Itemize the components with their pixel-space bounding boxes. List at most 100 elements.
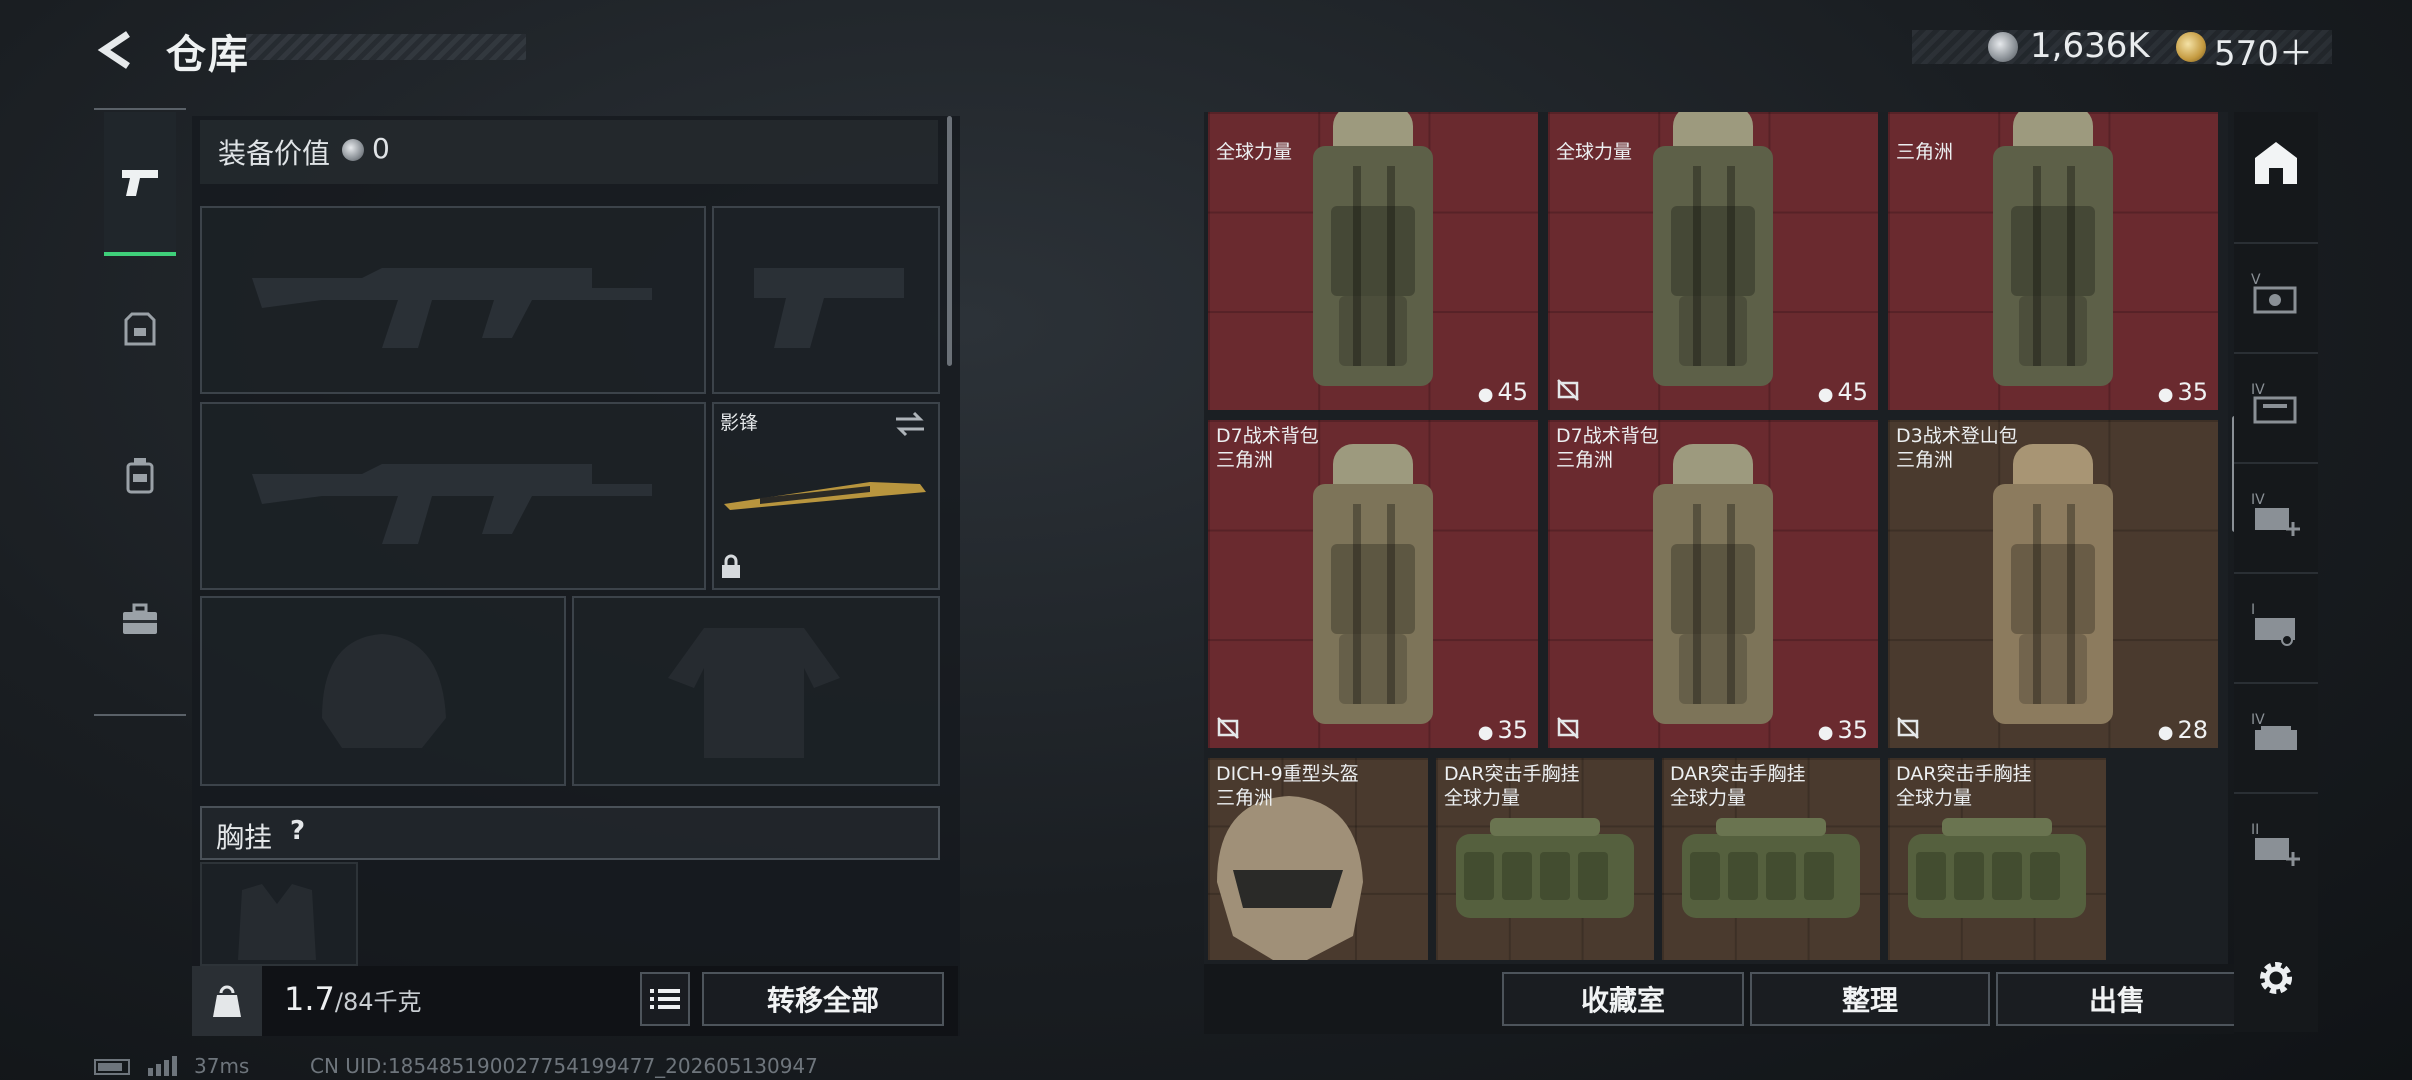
inventory-item[interactable]: D7战术背包 三角洲 ● 35 xyxy=(1548,420,1878,748)
svg-text:IV: IV xyxy=(2251,712,2265,728)
primary-weapon-slot[interactable] xyxy=(200,206,706,394)
inventory-item[interactable]: DAR突击手胸挂 全球力量 xyxy=(1662,758,1880,960)
body-armor-slot[interactable] xyxy=(572,596,940,786)
inventory-item[interactable]: 全球力量 ● 45 xyxy=(1208,112,1538,410)
list-icon xyxy=(650,989,680,1009)
chest-rig-item-icon xyxy=(1908,818,2086,918)
inventory-item[interactable]: D3战术登山包 三角洲 ● 28 xyxy=(1888,420,2218,748)
tier-iv-container-icon: IV xyxy=(2251,382,2297,424)
user-uid: CN UID:1854851900277541994​77_2026051309… xyxy=(310,1054,818,1078)
sidebar-item-box-iv[interactable]: IV xyxy=(2234,682,2318,784)
swap-icon[interactable] xyxy=(894,410,926,438)
durability-icon: ● xyxy=(2157,384,2174,405)
transfer-all-button[interactable]: 转移全部 xyxy=(702,972,944,1026)
chest-rig-item-icon xyxy=(1456,818,1634,918)
tier-iv-box-icon: IV xyxy=(2251,712,2297,750)
melee-name: 影锋 xyxy=(720,412,759,434)
pistol-icon xyxy=(122,170,158,196)
backpack-item-icon xyxy=(1313,444,1433,724)
tier-ii-add-icon: II xyxy=(2251,822,2300,866)
inventory-item[interactable]: D7战术背包 三角洲 ● 35 xyxy=(1208,420,1538,748)
inventory-item[interactable]: DICH-9重型头盔 三角洲 xyxy=(1208,758,1428,960)
item-count: ● 35 xyxy=(2157,378,2208,406)
weight-icon-box xyxy=(192,966,262,1036)
silver-coin-icon xyxy=(1988,32,2018,62)
melee-slot[interactable]: 影锋 xyxy=(712,402,940,590)
gold-currency-value[interactable]: 570＋ xyxy=(2214,26,2313,75)
backpack-item-icon xyxy=(1653,444,1773,724)
svg-text:IV: IV xyxy=(2251,492,2265,508)
item-name: DICH-9重型头盔 三角洲 xyxy=(1216,763,1359,809)
carry-weight-max: /84千克 xyxy=(334,988,422,1016)
weight-icon xyxy=(213,985,241,1017)
durability-icon: ● xyxy=(1817,722,1834,743)
safehouse-icon xyxy=(2255,142,2297,184)
collection-room-button[interactable]: 收藏室 xyxy=(1502,972,1744,1026)
tier-v-container-icon: V xyxy=(2251,272,2297,314)
item-count: ● 35 xyxy=(1817,716,1868,744)
sell-button[interactable]: 出售 xyxy=(1996,972,2238,1026)
vest-silhouette-icon xyxy=(238,884,316,960)
tier-iv-add-icon: IV xyxy=(2251,492,2300,536)
sort-button[interactable]: 整理 xyxy=(1750,972,1990,1026)
sidebar-item-container-i[interactable]: I xyxy=(2234,572,2318,674)
backpack-item-icon xyxy=(1313,112,1433,386)
silver-currency-value: 1,636K xyxy=(2030,26,2150,66)
chest-rig-header: 胸挂 ? xyxy=(200,806,940,860)
sidebar-item-container-iv[interactable]: IV xyxy=(2234,352,2318,454)
item-name: DAR突击手胸挂 全球力量 xyxy=(1670,763,1806,809)
backpack-item-icon xyxy=(1993,112,2113,386)
sidebar-item-container-iv-add[interactable]: IV xyxy=(2234,462,2318,564)
knife-icon xyxy=(724,482,926,510)
tab-weapons[interactable] xyxy=(104,112,176,256)
title-decoration xyxy=(246,34,526,60)
pistol-silhouette-icon xyxy=(754,268,904,348)
storage-sidebar: V IV IV I IV II xyxy=(2234,112,2318,1032)
item-name: 全球力量 xyxy=(1556,141,1633,163)
no-trade-icon xyxy=(1557,379,1579,401)
no-trade-icon xyxy=(1557,717,1579,739)
inventory-item[interactable]: 三角洲 ● 35 xyxy=(1888,112,2218,410)
pistol-slot[interactable] xyxy=(712,206,940,394)
svg-text:I: I xyxy=(2251,602,2255,618)
secondary-weapon-slot[interactable] xyxy=(200,402,706,590)
toolbox-icon xyxy=(123,603,157,634)
svg-text:II: II xyxy=(2251,822,2259,838)
rifle-silhouette-icon xyxy=(252,464,652,544)
item-name: 三角洲 xyxy=(1896,141,1954,163)
carry-weight: 1.7/84千克 xyxy=(284,980,422,1018)
inventory-item[interactable]: DAR突击手胸挂 全球力量 xyxy=(1888,758,2106,960)
armor-silhouette-icon xyxy=(668,628,840,758)
inventory-item[interactable]: 全球力量 ● 45 xyxy=(1548,112,1878,410)
item-name: D3战术登山包 三角洲 xyxy=(1896,425,2018,471)
item-name: 全球力量 xyxy=(1216,141,1293,163)
item-count: ● 45 xyxy=(1477,378,1528,406)
help-icon[interactable]: ? xyxy=(290,816,305,846)
gold-coin-icon xyxy=(2176,32,2206,62)
no-trade-icon xyxy=(1217,717,1239,739)
helmet-silhouette-icon xyxy=(322,634,446,748)
page-title: 仓库 xyxy=(166,32,250,78)
list-view-button[interactable] xyxy=(640,972,690,1026)
silver-coin-icon xyxy=(342,139,364,161)
tab-toolbox[interactable] xyxy=(104,550,176,690)
inventory-item[interactable]: DAR突击手胸挂 全球力量 xyxy=(1436,758,1654,960)
tab-armor[interactable] xyxy=(104,260,176,400)
scrollbar[interactable] xyxy=(947,116,952,366)
chest-rig-slot[interactable] xyxy=(200,862,358,966)
settings-button[interactable] xyxy=(2234,928,2318,1028)
svg-text:IV: IV xyxy=(2251,382,2265,398)
sidebar-item-container-v[interactable]: V xyxy=(2234,242,2318,344)
lock-icon xyxy=(722,554,740,578)
tier-i-container-icon: I xyxy=(2251,602,2295,646)
ping-value: 37ms xyxy=(194,1054,250,1078)
helmet-slot[interactable] xyxy=(200,596,566,786)
back-arrow-icon[interactable] xyxy=(94,28,138,72)
sidebar-item-container-ii-add[interactable]: II xyxy=(2234,792,2318,894)
battery-icon xyxy=(94,1059,130,1075)
backpack-icon xyxy=(126,458,154,494)
svg-text:V: V xyxy=(2251,272,2261,288)
tab-backpack[interactable] xyxy=(104,406,176,546)
durability-icon: ● xyxy=(2157,722,2174,743)
sidebar-item-safehouse[interactable] xyxy=(2234,112,2318,212)
